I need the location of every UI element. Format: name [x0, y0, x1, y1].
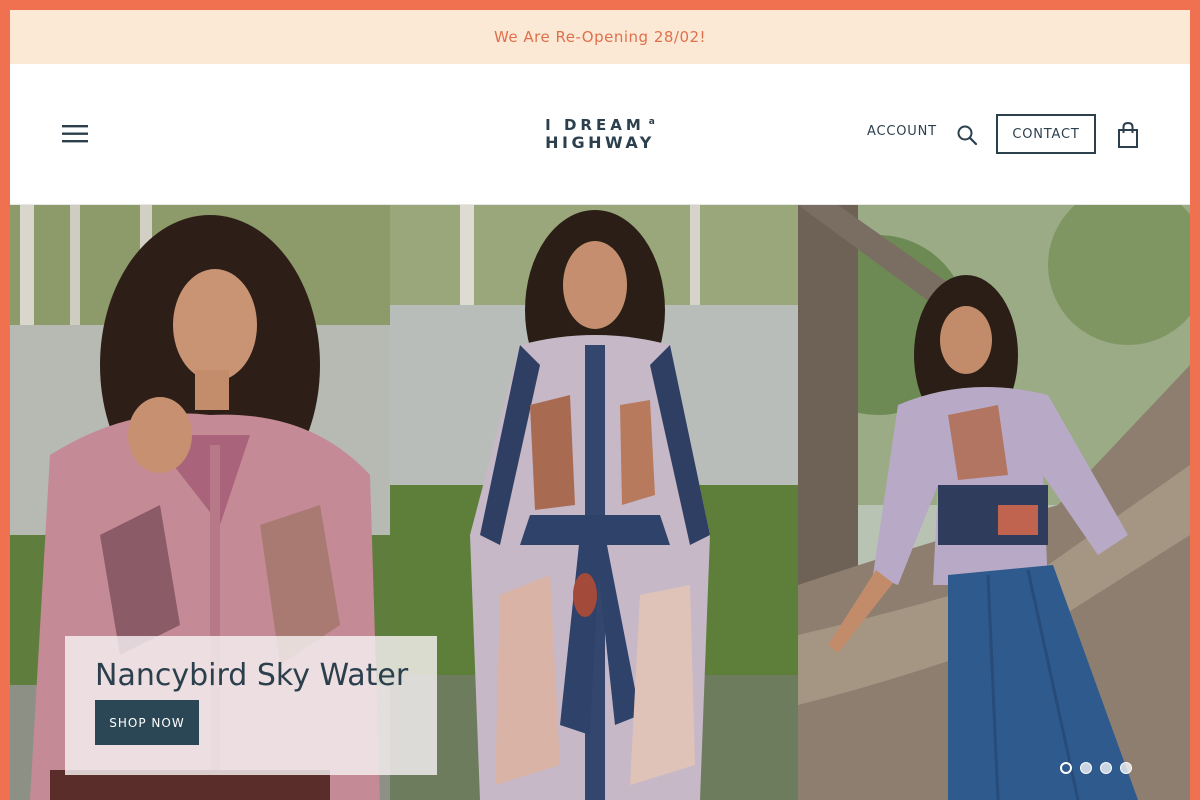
hero-caption-box: Nancybird Sky Water SHOP NOW [65, 636, 437, 775]
shop-now-button[interactable]: SHOP NOW [95, 700, 199, 745]
hero-slide-title: Nancybird Sky Water [95, 658, 409, 693]
hero-image-center [390, 205, 798, 800]
hamburger-menu-icon[interactable] [60, 120, 90, 148]
page-frame: We Are Re-Opening 28/02! I DREAM a HIGHWA… [0, 0, 1200, 800]
hero-slideshow: Nancybird Sky Water SHOP NOW [10, 205, 1190, 800]
slideshow-pagination [1060, 762, 1132, 774]
slide-dot-3[interactable] [1100, 762, 1112, 774]
hero-image-right [798, 205, 1190, 800]
site-header: I DREAM a HIGHWAY ACCOUNT CONTACT [10, 64, 1190, 205]
slide-dot-4[interactable] [1120, 762, 1132, 774]
brand-logo[interactable]: I DREAM a HIGHWAY [530, 114, 670, 154]
announcement-text: We Are Re-Opening 28/02! [493, 28, 707, 46]
contact-button-label: CONTACT [1012, 126, 1080, 142]
logo-line-1: I DREAM a [545, 116, 655, 134]
slide-dot-2[interactable] [1080, 762, 1092, 774]
search-icon[interactable] [956, 124, 978, 146]
logo-line-2: HIGHWAY [545, 133, 655, 152]
account-link[interactable]: ACCOUNT [867, 124, 937, 139]
contact-button[interactable]: CONTACT [996, 114, 1096, 154]
slide-dot-1[interactable] [1060, 762, 1072, 774]
shopping-bag-icon[interactable] [1116, 121, 1140, 149]
announcement-bar: We Are Re-Opening 28/02! [10, 10, 1190, 64]
page-container: We Are Re-Opening 28/02! I DREAM a HIGHWA… [10, 10, 1190, 800]
shop-now-label: SHOP NOW [109, 715, 185, 730]
